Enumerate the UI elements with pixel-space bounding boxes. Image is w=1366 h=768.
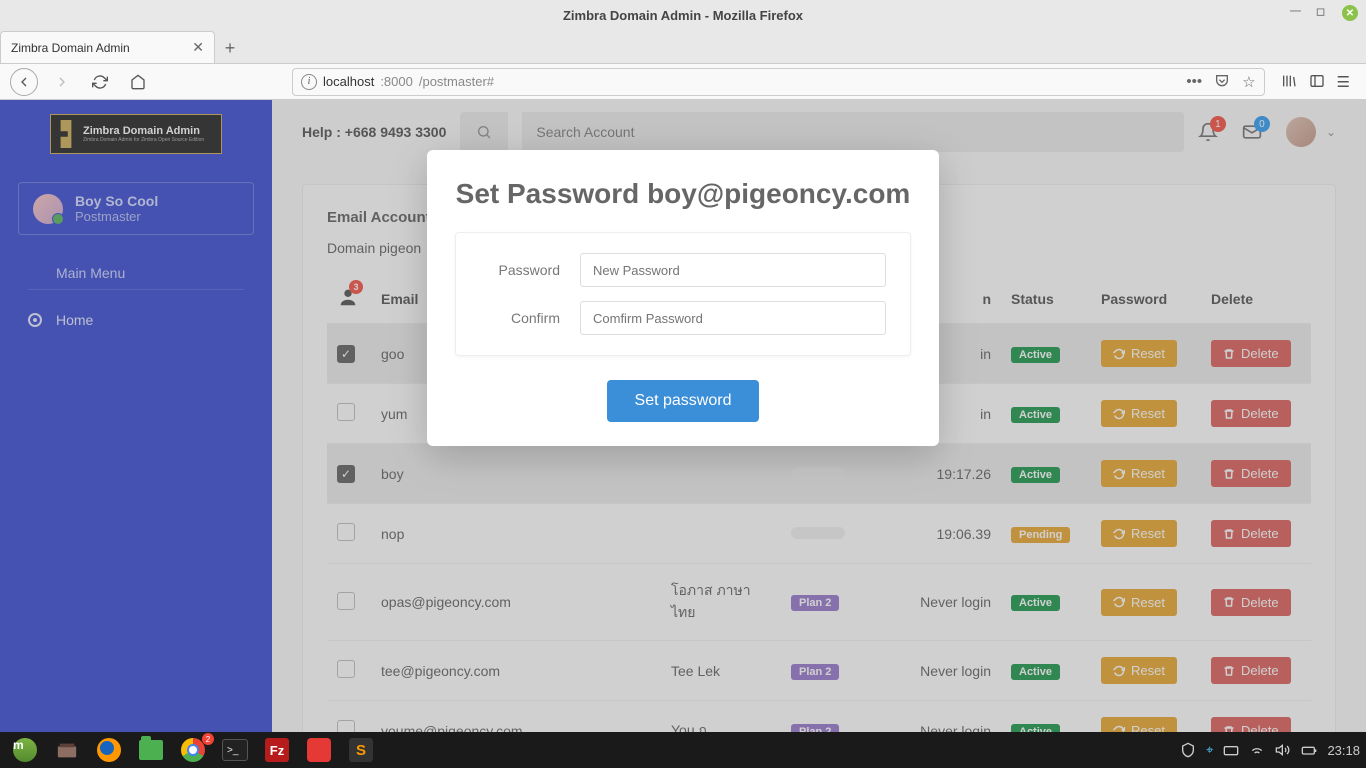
url-path: /postmaster# (419, 74, 494, 89)
clock[interactable]: 23:18 (1327, 743, 1360, 758)
task-firefox[interactable] (90, 735, 128, 765)
window-minimize-icon[interactable]: ― (1290, 5, 1304, 19)
url-port: :8000 (380, 74, 413, 89)
task-sublime[interactable]: S (342, 735, 380, 765)
tab-title: Zimbra Domain Admin (11, 41, 130, 55)
reload-button[interactable] (86, 68, 114, 96)
library-icon[interactable] (1281, 73, 1297, 89)
url-host: localhost (323, 74, 374, 89)
menu-icon[interactable]: ☰ (1337, 73, 1350, 91)
task-terminal[interactable]: >_ (216, 735, 254, 765)
browser-tabbar: Zimbra Domain Admin ✕ + (0, 30, 1366, 64)
task-filemanager[interactable] (132, 735, 170, 765)
window-maximize-icon[interactable]: ◻ (1316, 5, 1330, 19)
home-button[interactable] (124, 68, 152, 96)
task-chrome[interactable]: 2 (174, 735, 212, 765)
tab-close-icon[interactable]: ✕ (192, 39, 204, 56)
password-input[interactable] (580, 253, 886, 287)
task-filezilla[interactable]: Fz (258, 735, 296, 765)
os-taskbar: m 2 >_ Fz S ⌖ 23:18 (0, 732, 1366, 768)
pocket-icon[interactable] (1214, 73, 1230, 89)
system-tray: ⌖ 23:18 (1180, 742, 1360, 758)
set-password-modal: Set Password boy@pigeoncy.com Password C… (427, 150, 939, 446)
set-password-button[interactable]: Set password (607, 380, 760, 422)
battery-icon[interactable] (1301, 742, 1317, 758)
confirm-input[interactable] (580, 301, 886, 335)
task-files[interactable] (48, 735, 86, 765)
bluetooth-icon[interactable]: ⌖ (1206, 742, 1213, 758)
volume-icon[interactable] (1275, 742, 1291, 758)
browser-tab[interactable]: Zimbra Domain Admin ✕ (0, 31, 215, 63)
modal-title: Set Password boy@pigeoncy.com (455, 178, 911, 210)
start-menu-button[interactable]: m (6, 735, 44, 765)
window-titlebar: Zimbra Domain Admin - Mozilla Firefox ― … (0, 0, 1366, 30)
site-info-icon[interactable]: i (301, 74, 317, 90)
password-label: Password (480, 262, 560, 278)
back-button[interactable] (10, 68, 38, 96)
bookmark-icon[interactable]: ☆ (1242, 73, 1255, 91)
task-app-red[interactable] (300, 735, 338, 765)
wifi-icon[interactable] (1249, 742, 1265, 758)
window-title: Zimbra Domain Admin - Mozilla Firefox (563, 8, 803, 23)
shield-icon[interactable] (1180, 742, 1196, 758)
modal-overlay[interactable]: Set Password boy@pigeoncy.com Password C… (0, 100, 1366, 732)
url-bar[interactable]: i localhost :8000/postmaster# ••• ☆ (292, 68, 1265, 96)
confirm-label: Confirm (480, 310, 560, 326)
browser-navbar: i localhost :8000/postmaster# ••• ☆ ☰ (0, 64, 1366, 100)
window-close-icon[interactable]: ✕ (1342, 5, 1358, 21)
keyboard-icon[interactable] (1223, 742, 1239, 758)
forward-button[interactable] (48, 68, 76, 96)
page-actions-icon[interactable]: ••• (1186, 73, 1202, 91)
new-tab-button[interactable]: + (215, 33, 245, 63)
sidebar-toggle-icon[interactable] (1309, 73, 1325, 89)
